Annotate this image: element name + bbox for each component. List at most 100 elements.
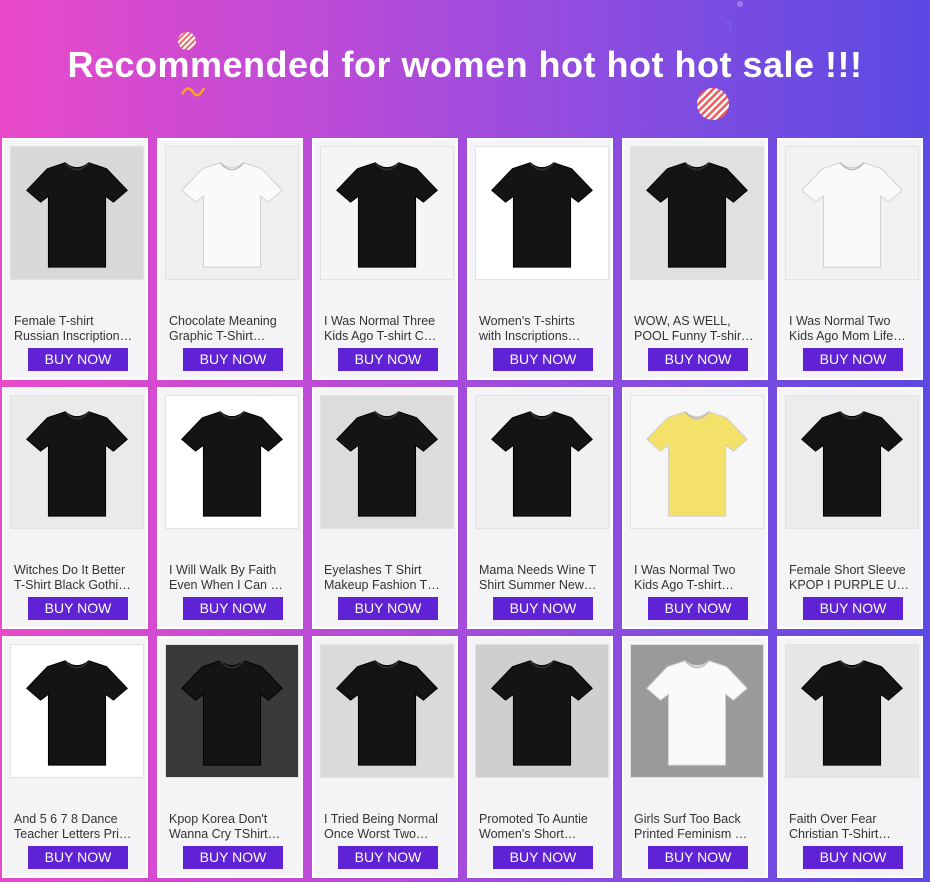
promo-banner: Recommended for women hot hot hot sale !… bbox=[0, 0, 930, 138]
product-title-line2: Once Worst Two… bbox=[324, 827, 429, 841]
buy-now-button[interactable]: BUY NOW bbox=[648, 846, 748, 869]
buy-now-button[interactable]: BUY NOW bbox=[803, 348, 903, 371]
product-card[interactable]: Faith Over Fear Christian T-Shirt… BUY NOW bbox=[777, 636, 923, 878]
product-title[interactable]: I Was Normal Two Kids Ago Mom Life… bbox=[789, 314, 917, 346]
buy-now-button[interactable]: BUY NOW bbox=[183, 348, 283, 371]
product-title-line1: I Tried Being Normal bbox=[324, 812, 438, 826]
product-image[interactable] bbox=[10, 146, 144, 280]
product-card[interactable]: Chocolate Meaning Graphic T-Shirt… BUY NOW bbox=[157, 138, 303, 380]
product-title[interactable]: Girls Surf Too Back Printed Feminism … bbox=[634, 812, 762, 844]
product-title-line2: KPOP I PURPLE U… bbox=[789, 578, 909, 592]
product-grid: Female T-shirt Russian Inscription… BUY NO… bbox=[0, 138, 930, 882]
product-card[interactable]: Women's T-shirts with Inscriptions… BUY NO… bbox=[467, 138, 613, 380]
product-title-line1: I Will Walk By Faith bbox=[169, 563, 277, 577]
product-title[interactable]: I Was Normal Three Kids Ago T-shirt C… bbox=[324, 314, 452, 346]
product-card[interactable]: Girls Surf Too Back Printed Feminism … BUY… bbox=[622, 636, 768, 878]
buy-now-button[interactable]: BUY NOW bbox=[338, 846, 438, 869]
product-title-line2: Teacher Letters Pri… bbox=[14, 827, 132, 841]
product-title[interactable]: Mama Needs Wine T Shirt Summer New… bbox=[479, 563, 607, 595]
buy-now-button[interactable]: BUY NOW bbox=[803, 597, 903, 620]
product-title-line1: Female Short Sleeve bbox=[789, 563, 906, 577]
buy-now-button[interactable]: BUY NOW bbox=[338, 597, 438, 620]
product-image[interactable] bbox=[320, 644, 454, 778]
product-card[interactable]: I Was Normal Two Kids Ago T-shirt… BUY NOW bbox=[622, 387, 768, 629]
product-image[interactable] bbox=[630, 644, 764, 778]
product-title-line2: Kids Ago Mom Life… bbox=[789, 329, 906, 343]
buy-now-button[interactable]: BUY NOW bbox=[28, 348, 128, 371]
product-card[interactable]: I Was Normal Two Kids Ago Mom Life… BUY NO… bbox=[777, 138, 923, 380]
product-card[interactable]: Eyelashes T Shirt Makeup Fashion T… BUY NO… bbox=[312, 387, 458, 629]
product-title[interactable]: I Was Normal Two Kids Ago T-shirt… bbox=[634, 563, 762, 595]
product-image[interactable] bbox=[10, 395, 144, 529]
product-title-line2: Christian T-Shirt… bbox=[789, 827, 891, 841]
product-title-line1: Faith Over Fear bbox=[789, 812, 877, 826]
buy-now-button[interactable]: BUY NOW bbox=[183, 597, 283, 620]
buy-now-button[interactable]: BUY NOW bbox=[28, 846, 128, 869]
product-image[interactable] bbox=[785, 146, 919, 280]
product-title-line2: Wanna Cry TShirt… bbox=[169, 827, 281, 841]
product-title[interactable]: Faith Over Fear Christian T-Shirt… bbox=[789, 812, 917, 844]
buy-now-button[interactable]: BUY NOW bbox=[493, 348, 593, 371]
product-image[interactable] bbox=[320, 395, 454, 529]
product-image[interactable] bbox=[785, 644, 919, 778]
product-title[interactable]: I Tried Being Normal Once Worst Two… bbox=[324, 812, 452, 844]
product-title-line1: Women's T-shirts bbox=[479, 314, 575, 328]
product-title-line1: Female T-shirt bbox=[14, 314, 94, 328]
buy-now-button[interactable]: BUY NOW bbox=[648, 348, 748, 371]
product-image[interactable] bbox=[475, 146, 609, 280]
product-card[interactable]: Mama Needs Wine T Shirt Summer New… BUY NO… bbox=[467, 387, 613, 629]
product-title[interactable]: Eyelashes T Shirt Makeup Fashion T… bbox=[324, 563, 452, 595]
product-card[interactable]: Promoted To Auntie Women's Short… BUY NOW bbox=[467, 636, 613, 878]
product-card[interactable]: Female Short Sleeve KPOP I PURPLE U… BUY N… bbox=[777, 387, 923, 629]
buy-now-button[interactable]: BUY NOW bbox=[183, 846, 283, 869]
product-title[interactable]: WOW, AS WELL, POOL Funny T-shir… bbox=[634, 314, 762, 346]
product-title[interactable]: Female T-shirt Russian Inscription… bbox=[14, 314, 142, 346]
product-title[interactable]: Female Short Sleeve KPOP I PURPLE U… bbox=[789, 563, 917, 595]
product-title-line1: I Was Normal Two bbox=[789, 314, 891, 328]
product-title-line2: with Inscriptions… bbox=[479, 329, 581, 343]
product-card[interactable]: I Tried Being Normal Once Worst Two… BUY N… bbox=[312, 636, 458, 878]
product-title[interactable]: Women's T-shirts with Inscriptions… bbox=[479, 314, 607, 346]
product-title[interactable]: And 5 6 7 8 Dance Teacher Letters Pri… bbox=[14, 812, 142, 844]
product-title-line1: WOW, AS WELL, bbox=[634, 314, 731, 328]
product-title-line2: Kids Ago T-shirt… bbox=[634, 578, 734, 592]
product-title-line2: Russian Inscription… bbox=[14, 329, 133, 343]
product-image[interactable] bbox=[475, 395, 609, 529]
product-title-line2: Makeup Fashion T… bbox=[324, 578, 440, 592]
buy-now-button[interactable]: BUY NOW bbox=[803, 846, 903, 869]
product-title-line1: Girls Surf Too Back bbox=[634, 812, 741, 826]
product-image[interactable] bbox=[475, 644, 609, 778]
buy-now-button[interactable]: BUY NOW bbox=[648, 597, 748, 620]
product-image[interactable] bbox=[165, 146, 299, 280]
buy-now-button[interactable]: BUY NOW bbox=[493, 846, 593, 869]
product-image[interactable] bbox=[785, 395, 919, 529]
product-card[interactable]: I Will Walk By Faith Even When I Can … BUY… bbox=[157, 387, 303, 629]
product-card[interactable]: Female T-shirt Russian Inscription… BUY NO… bbox=[2, 138, 148, 380]
product-title[interactable]: Witches Do It Better T-Shirt Black Gothi… bbox=[14, 563, 142, 595]
product-title-line1: Kpop Korea Don't bbox=[169, 812, 268, 826]
confetti-decoration bbox=[725, 1, 743, 31]
product-image[interactable] bbox=[630, 395, 764, 529]
product-title-line2: Graphic T-Shirt… bbox=[169, 329, 266, 343]
product-card[interactable]: WOW, AS WELL, POOL Funny T-shir… BUY NOW bbox=[622, 138, 768, 380]
product-image[interactable] bbox=[165, 395, 299, 529]
buy-now-button[interactable]: BUY NOW bbox=[338, 348, 438, 371]
product-image[interactable] bbox=[10, 644, 144, 778]
product-title-line2: Even When I Can … bbox=[169, 578, 283, 592]
product-card[interactable]: I Was Normal Three Kids Ago T-shirt C… BUY… bbox=[312, 138, 458, 380]
product-card[interactable]: Kpop Korea Don't Wanna Cry TShirt… BUY NOW bbox=[157, 636, 303, 878]
product-title-line1: I Was Normal Three bbox=[324, 314, 436, 328]
product-title[interactable]: Chocolate Meaning Graphic T-Shirt… bbox=[169, 314, 297, 346]
product-title[interactable]: Promoted To Auntie Women's Short… bbox=[479, 812, 607, 844]
product-title[interactable]: Kpop Korea Don't Wanna Cry TShirt… bbox=[169, 812, 297, 844]
product-image[interactable] bbox=[320, 146, 454, 280]
product-image[interactable] bbox=[165, 644, 299, 778]
buy-now-button[interactable]: BUY NOW bbox=[28, 597, 128, 620]
product-image[interactable] bbox=[630, 146, 764, 280]
product-card[interactable]: Witches Do It Better T-Shirt Black Gothi…… bbox=[2, 387, 148, 629]
buy-now-button[interactable]: BUY NOW bbox=[493, 597, 593, 620]
striped-balloon-large-decoration bbox=[697, 88, 729, 120]
banner-title: Recommended for women hot hot hot sale !… bbox=[67, 44, 863, 85]
product-title[interactable]: I Will Walk By Faith Even When I Can … bbox=[169, 563, 297, 595]
product-card[interactable]: And 5 6 7 8 Dance Teacher Letters Pri… BUY… bbox=[2, 636, 148, 878]
